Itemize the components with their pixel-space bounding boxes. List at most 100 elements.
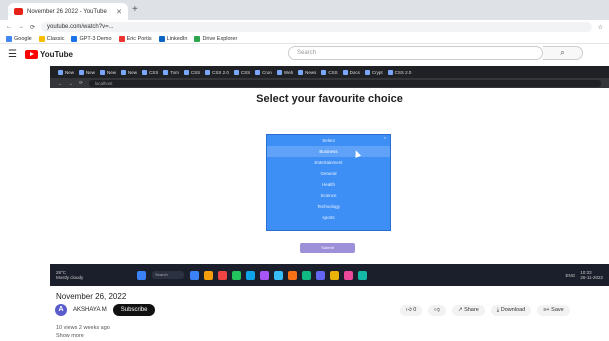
- bookmark-icon: [6, 35, 12, 42]
- clock: 10:33 26-11-2022: [580, 270, 603, 280]
- recorded-tab: CSS: [142, 69, 159, 75]
- tab-title: November 26 2022 - YouTube: [27, 8, 107, 15]
- recorded-tab: Tom: [163, 69, 179, 75]
- recorded-tab-icon: [100, 69, 106, 75]
- recorded-tab-label: New: [65, 69, 75, 75]
- dropdown-option[interactable]: Entertainment: [267, 157, 390, 168]
- recorded-tab-icon: [255, 69, 261, 75]
- recorded-tab-icon: [121, 69, 127, 75]
- show-more-link[interactable]: Show more: [56, 333, 84, 339]
- recorded-tab-icon: [79, 69, 85, 75]
- taskbar-app-icon: [274, 270, 283, 280]
- youtube-play-icon: [24, 49, 38, 59]
- bookmark-item[interactable]: LinkedIn: [158, 35, 188, 42]
- menu-icon[interactable]: ☰: [8, 49, 17, 60]
- bookmark-label: Drive Explorer: [202, 35, 238, 42]
- recorded-tab-label: CSS 2.0: [212, 69, 229, 75]
- star-icon[interactable]: ☆: [598, 24, 603, 31]
- recorded-tab: New: [58, 69, 75, 75]
- recorded-tab-icon: [321, 69, 327, 75]
- category-dropdown[interactable]: Select Business Entertainment General Health…: [266, 134, 391, 231]
- recorded-tab-label: Cron: [262, 69, 272, 75]
- recorded-tab-label: Web: [283, 69, 294, 75]
- video-player[interactable]: New New New New CSS Tom CSS CSS 2.0 CSS Cron Web Ne…: [50, 66, 609, 288]
- taskbar-app-icon: [288, 270, 297, 280]
- close-tab-icon[interactable]: ✕: [116, 8, 122, 16]
- share-label: Share: [464, 307, 479, 313]
- bookmark-item[interactable]: Google: [6, 35, 32, 42]
- recorded-tab-icon: [233, 69, 239, 75]
- dropdown-option[interactable]: Health: [267, 179, 390, 190]
- recorded-browser-tabs: New New New New CSS Tom CSS CSS 2.0 CSS Cron Web Ne…: [50, 66, 609, 78]
- thumbs-down-icon: 👎︎: [434, 307, 440, 313]
- save-button[interactable]: ≡+ Save: [537, 305, 570, 316]
- like-button[interactable]: 👍︎ 0: [400, 305, 423, 316]
- dropdown-option[interactable]: General: [267, 168, 390, 179]
- recorded-tab-label: CSS: [149, 69, 159, 75]
- dropdown-option[interactable]: Select: [267, 135, 390, 146]
- recorded-tab-icon: [342, 69, 348, 75]
- browser-tab[interactable]: November 26 2022 - YouTube ✕: [8, 3, 128, 20]
- url-field[interactable]: youtube.com/watch?v=...: [41, 22, 592, 32]
- recorded-tab: CSS: [321, 69, 338, 75]
- chevron-up-icon: ⌃: [382, 137, 387, 143]
- search-input[interactable]: Search: [288, 46, 543, 60]
- weather-desc: Mostly cloudy: [56, 275, 84, 280]
- like-count: 0: [413, 307, 417, 313]
- bookmark-label: Google: [14, 35, 32, 42]
- subscribe-button[interactable]: Subscribe: [112, 304, 156, 316]
- dropdown-options: Select Business Entertainment General Health…: [267, 135, 390, 223]
- taskbar-app-icon: [190, 270, 199, 280]
- submit-button[interactable]: Submit: [300, 243, 355, 253]
- download-button[interactable]: ⤓ Download: [490, 305, 532, 316]
- recorded-tab: News: [298, 69, 316, 75]
- bookmark-item[interactable]: Classic: [38, 35, 64, 42]
- dropdown-option[interactable]: Technology: [267, 201, 390, 212]
- taskbar-search: Search: [152, 271, 184, 279]
- system-tray: ENG 10:33 26-11-2022: [566, 270, 603, 280]
- recorded-tab-label: New: [86, 69, 96, 75]
- avatar[interactable]: A: [55, 304, 67, 316]
- taskbar-app-icon: [204, 270, 213, 280]
- url-text: youtube.com/watch?v=...: [47, 24, 114, 30]
- reload-icon[interactable]: ⟳: [30, 24, 35, 31]
- recorded-tab-icon: [364, 69, 370, 75]
- recorded-reload-icon: ⟳: [79, 80, 83, 85]
- youtube-logo[interactable]: YouTube: [24, 49, 73, 59]
- recorded-tab-label: CSS 2.0: [394, 69, 412, 75]
- recorded-tab: CSS 2.0: [205, 69, 229, 75]
- bookmark-item[interactable]: Eric Portis: [118, 35, 152, 42]
- forward-icon[interactable]: →: [18, 24, 24, 30]
- recorded-tab-icon: [387, 69, 393, 75]
- recorded-tab: New: [79, 69, 96, 75]
- windows-taskbar: 28°C Mostly cloudy Search ENG 10:33 26-1…: [50, 264, 609, 286]
- channel-name[interactable]: AKSHAYA M: [73, 307, 107, 313]
- taskbar-app-icon: [246, 270, 255, 280]
- recorded-tab-label: New: [107, 69, 117, 75]
- share-button[interactable]: ↗ Share: [451, 305, 485, 316]
- dropdown-option[interactable]: sports: [267, 212, 390, 223]
- bookmark-label: LinkedIn: [166, 35, 188, 42]
- bookmark-item[interactable]: Drive Explorer: [194, 35, 238, 42]
- recorded-tab: Docs: [342, 69, 360, 75]
- recorded-tab-label: New: [128, 69, 138, 75]
- recorded-tab-icon: [142, 69, 148, 75]
- bookmark-icon: [71, 35, 78, 42]
- recorded-url: localhost: [88, 79, 601, 87]
- new-tab-icon[interactable]: +: [132, 4, 138, 15]
- bookmarks-bar: Google Classic GPT-3 Demo Eric Portis Linked…: [0, 34, 609, 44]
- recorded-tab-label: CSS: [240, 69, 251, 75]
- dropdown-option[interactable]: Science: [267, 190, 390, 201]
- recorded-tab-label: CSS: [328, 69, 338, 75]
- language-indicator: ENG: [565, 272, 576, 278]
- recorded-tab: Web: [276, 69, 294, 75]
- thumbs-up-icon: 👍︎: [406, 307, 412, 313]
- dislike-button[interactable]: 👎︎: [428, 305, 446, 316]
- search-button[interactable]: ⌕: [543, 46, 583, 60]
- back-icon[interactable]: ←: [6, 24, 12, 30]
- share-icon: ↗: [457, 307, 463, 313]
- save-icon: ≡+: [543, 307, 550, 313]
- dropdown-option[interactable]: Business: [267, 146, 390, 157]
- recorded-back-icon: ←: [58, 80, 63, 86]
- bookmark-item[interactable]: GPT-3 Demo: [71, 35, 112, 42]
